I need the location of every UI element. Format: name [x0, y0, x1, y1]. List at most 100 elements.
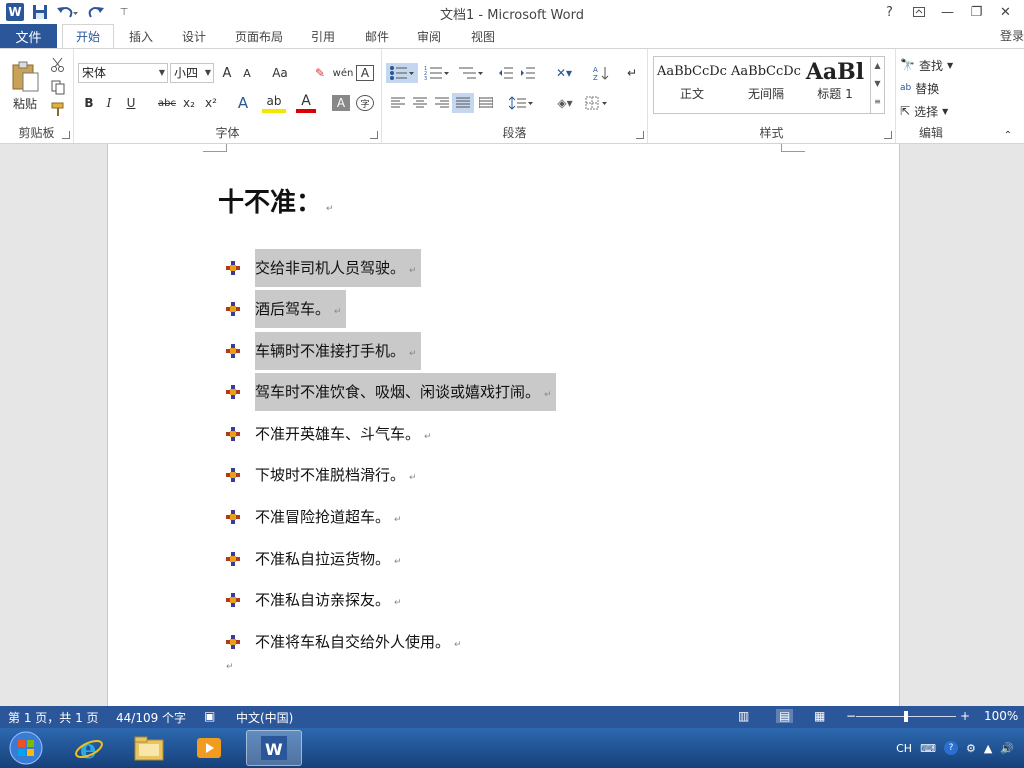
- paste-button[interactable]: 粘贴: [6, 55, 44, 117]
- underline-button[interactable]: U: [122, 93, 140, 113]
- list-item[interactable]: 下坡时不准脱档滑行。 ↵: [226, 456, 421, 494]
- align-right-button[interactable]: [432, 93, 452, 113]
- replace-button[interactable]: ab 替换: [900, 78, 962, 98]
- distributed-button[interactable]: [476, 93, 496, 113]
- list-item[interactable]: 不准将车私自交给外人使用。 ↵: [226, 623, 466, 661]
- grow-font-button[interactable]: A: [218, 63, 236, 83]
- tab-references[interactable]: 引用: [302, 24, 344, 48]
- tab-insert[interactable]: 插入: [118, 24, 164, 48]
- style-no-spacing[interactable]: AaBbCcDc 无间隔: [730, 59, 802, 109]
- change-case-button[interactable]: Aa: [266, 63, 294, 83]
- zoom-in-button[interactable]: +: [960, 709, 970, 723]
- style-gallery-scroll[interactable]: ▲ ▼ ≡: [870, 57, 884, 113]
- clipboard-launcher[interactable]: [62, 131, 70, 139]
- numbering-button[interactable]: 123: [422, 63, 452, 83]
- list-item[interactable]: 车辆时不准接打手机。 ↵: [226, 332, 421, 370]
- phonetic-guide-button[interactable]: wén: [332, 63, 354, 83]
- font-size-combo[interactable]: 小四 ▼: [170, 63, 214, 83]
- help-icon[interactable]: ?: [943, 741, 958, 755]
- print-layout-icon[interactable]: ▤: [776, 709, 794, 723]
- settings-icon[interactable]: ⚙: [966, 742, 976, 755]
- style-heading-1[interactable]: AaBl 标题 1: [804, 59, 866, 109]
- show-hidden-icons-icon[interactable]: ▲: [984, 742, 992, 755]
- text-effects-button[interactable]: A: [232, 93, 254, 113]
- character-shading-button[interactable]: A: [332, 95, 350, 111]
- list-item[interactable]: 不准私自拉运货物。 ↵: [226, 540, 406, 578]
- start-button[interactable]: [0, 730, 52, 766]
- proofing-icon[interactable]: ▣: [204, 709, 215, 723]
- superscript-button[interactable]: x²: [202, 93, 220, 113]
- volume-icon[interactable]: 🔊: [1000, 742, 1014, 755]
- collapse-ribbon-icon[interactable]: ⌃: [998, 125, 1018, 145]
- taskbar-ie[interactable]: e: [62, 730, 116, 766]
- increase-indent-button[interactable]: [518, 63, 538, 83]
- keyboard-icon[interactable]: ⌨: [920, 742, 936, 755]
- subscript-button[interactable]: x₂: [180, 93, 198, 113]
- help-button[interactable]: ?: [875, 2, 904, 22]
- taskbar-media-player[interactable]: [182, 730, 236, 766]
- font-name-combo[interactable]: 宋体 ▼: [78, 63, 168, 83]
- shading-button[interactable]: ◈▾: [550, 93, 580, 113]
- find-button[interactable]: 🔭 查找 ▼: [900, 55, 962, 75]
- zoom-slider-thumb[interactable]: [904, 711, 908, 722]
- list-item[interactable]: 驾车时不准饮食、吸烟、闲谈或嬉戏打闹。 ↵: [226, 373, 556, 411]
- document-heading[interactable]: 十不准： ↵: [218, 182, 334, 219]
- font-color-button[interactable]: A: [296, 93, 316, 113]
- zoom-out-button[interactable]: −: [846, 709, 856, 723]
- list-item[interactable]: 不准开英雄车、斗气车。 ↵: [226, 415, 436, 453]
- tab-file[interactable]: 文件: [0, 24, 57, 48]
- ribbon-display-options-button[interactable]: [904, 2, 933, 22]
- show-formatting-marks-button[interactable]: ↵: [622, 63, 642, 83]
- align-left-button[interactable]: [388, 93, 408, 113]
- input-language[interactable]: CH: [896, 742, 912, 755]
- asian-layout-button[interactable]: ✕▾: [550, 63, 578, 83]
- strikethrough-button[interactable]: abc: [156, 93, 178, 113]
- align-center-button[interactable]: [410, 93, 430, 113]
- highlight-color-button[interactable]: ab: [262, 93, 286, 113]
- tab-home[interactable]: 开始: [62, 24, 114, 49]
- clear-formatting-icon[interactable]: ✎: [310, 63, 330, 83]
- decrease-indent-button[interactable]: [496, 63, 516, 83]
- sort-button[interactable]: AZ: [590, 63, 612, 83]
- style-normal[interactable]: AaBbCcDc 正文: [656, 59, 728, 109]
- shrink-font-button[interactable]: A: [238, 63, 256, 83]
- minimize-button[interactable]: —: [933, 2, 962, 22]
- restore-button[interactable]: ❐: [962, 2, 991, 22]
- character-border-button[interactable]: A: [356, 65, 374, 81]
- multilevel-list-button[interactable]: [456, 63, 486, 83]
- borders-button[interactable]: [582, 93, 612, 113]
- italic-button[interactable]: I: [100, 93, 118, 113]
- bullets-button[interactable]: [386, 63, 418, 83]
- word-count[interactable]: 44/109 个字: [116, 709, 186, 726]
- ribbon: 粘贴 剪贴板 宋体 ▼ 小四 ▼ A A Aa ✎ wén A B I U abc …: [0, 48, 1024, 144]
- read-mode-icon[interactable]: ▥: [738, 709, 749, 723]
- line-spacing-button[interactable]: [506, 93, 536, 113]
- zoom-level[interactable]: 100%: [984, 709, 1018, 723]
- tab-page-layout[interactable]: 页面布局: [226, 24, 292, 48]
- styles-launcher[interactable]: [884, 131, 892, 139]
- tab-mailings[interactable]: 邮件: [356, 24, 398, 48]
- close-button[interactable]: ✕: [991, 2, 1020, 22]
- list-item[interactable]: 酒后驾车。 ↵: [226, 290, 346, 328]
- list-item[interactable]: 交给非司机人员驾驶。 ↵: [226, 249, 421, 287]
- tab-review[interactable]: 审阅: [408, 24, 450, 48]
- copy-button[interactable]: [48, 77, 68, 97]
- format-painter-button[interactable]: [48, 99, 68, 119]
- page-count[interactable]: 第 1 页，共 1 页: [8, 709, 99, 726]
- tab-design[interactable]: 设计: [172, 24, 216, 48]
- list-item[interactable]: 不准私自访亲探友。 ↵: [226, 581, 406, 619]
- sign-in-link[interactable]: 登录: [1000, 27, 1024, 44]
- select-button[interactable]: ⇱ 选择 ▼: [900, 101, 962, 121]
- bold-button[interactable]: B: [80, 93, 98, 113]
- list-item[interactable]: 不准冒险抢道超车。 ↵: [226, 498, 406, 536]
- paragraph-launcher[interactable]: [636, 131, 644, 139]
- taskbar-explorer[interactable]: [122, 730, 176, 766]
- cut-button[interactable]: [48, 55, 68, 75]
- font-launcher[interactable]: [370, 131, 378, 139]
- language-indicator[interactable]: 中文(中国): [236, 709, 293, 726]
- enclose-characters-button[interactable]: 字: [356, 95, 374, 111]
- justify-button[interactable]: [452, 93, 474, 113]
- web-layout-icon[interactable]: ▦: [814, 709, 825, 723]
- tab-view[interactable]: 视图: [462, 24, 504, 48]
- taskbar-word[interactable]: W: [246, 730, 302, 766]
